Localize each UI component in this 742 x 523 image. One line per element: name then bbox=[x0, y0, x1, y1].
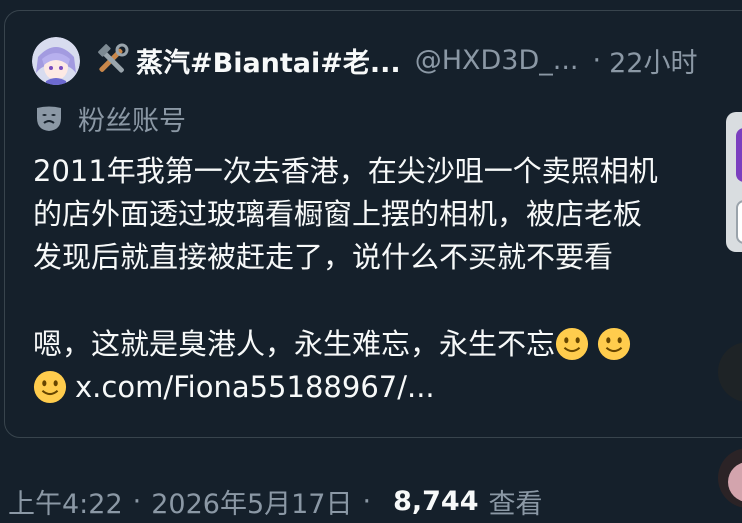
tweet-time-ago[interactable]: 22小时 bbox=[609, 41, 697, 80]
slightly-smiling-face-icon bbox=[597, 327, 631, 361]
quoted-tweet-text: 2011年我第一次去香港，在尖沙咀一个卖照相机 的店外面透过玻璃看橱窗上摆的相机… bbox=[33, 150, 733, 409]
author-avatar[interactable] bbox=[32, 37, 80, 85]
tweet-detail-screen: 蒸汽#Biantai#老... @HXD3D_... · 22小时 粉丝账号 2… bbox=[0, 0, 742, 523]
meta-separator: · bbox=[132, 485, 142, 517]
media-thumbnail-block bbox=[736, 128, 742, 182]
views-count[interactable]: 8,744 bbox=[393, 486, 478, 517]
avatar-image bbox=[32, 37, 80, 85]
meta-separator: · bbox=[362, 485, 372, 517]
slightly-smiling-face-icon bbox=[33, 370, 67, 404]
text-line: 2011年我第一次去香港，在尖沙咀一个卖照相机 bbox=[33, 154, 658, 188]
text-line-with-link: x.com/Fiona55188967/... bbox=[33, 366, 733, 409]
media-thumbnail[interactable] bbox=[726, 112, 742, 252]
tweet-date[interactable]: 2026年5月17日 bbox=[151, 482, 352, 521]
slightly-smiling-face-icon bbox=[555, 327, 589, 361]
text-line: 发现后就直接被赶走了，说什么不买就不要看 bbox=[33, 240, 614, 274]
text-line-with-emoji: 嗯，这就是臭港人，永生难忘，永生不忘 bbox=[33, 323, 733, 366]
side-avatar-image bbox=[728, 462, 742, 502]
author-handle[interactable]: @HXD3D_... bbox=[415, 45, 579, 76]
text-line-blank bbox=[33, 279, 733, 323]
media-thumbnail-block bbox=[736, 200, 742, 244]
account-label-row: 粉丝账号 bbox=[34, 100, 186, 137]
account-label: 粉丝账号 bbox=[78, 105, 186, 137]
views-label: 查看 bbox=[488, 488, 543, 520]
tweet-time[interactable]: 上午4:22 bbox=[8, 482, 123, 521]
tweet-meta-row: 上午4:22 · 2026年5月17日 · 8,744 查看 bbox=[8, 482, 542, 520]
header-separator: · bbox=[592, 44, 602, 76]
side-avatar[interactable] bbox=[718, 448, 742, 508]
author-display-name[interactable]: 蒸汽#Biantai#老... bbox=[136, 41, 401, 80]
tweet-link[interactable]: x.com/Fiona55188967/... bbox=[75, 370, 435, 404]
text-line: 的店外面透过玻璃看橱窗上摆的相机，被店老板 bbox=[33, 197, 643, 231]
author-header: 蒸汽#Biantai#老... @HXD3D_... · 22小时 bbox=[94, 40, 697, 80]
text-line: 嗯，这就是臭港人，永生难忘，永生不忘 bbox=[33, 327, 556, 361]
hammer-wrench-icon bbox=[94, 42, 130, 78]
mask-icon bbox=[34, 103, 64, 133]
